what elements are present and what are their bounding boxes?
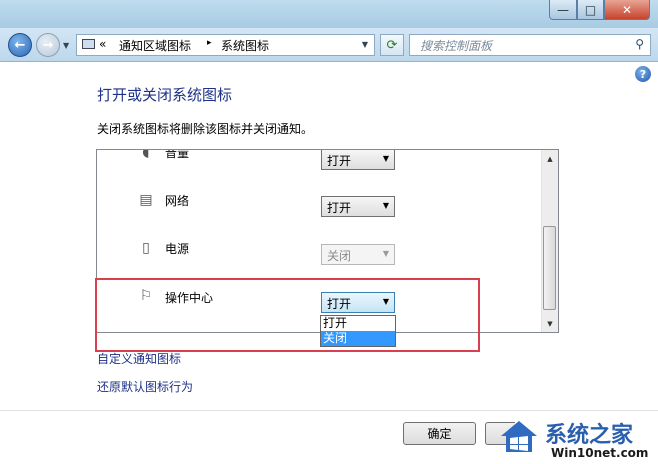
recent-pages-dropdown-icon[interactable]: ▼: [63, 41, 69, 50]
chevron-up-icon: ▲: [547, 154, 553, 163]
row-label-action-center: 操作中心: [165, 291, 214, 305]
close-icon: ✕: [621, 2, 633, 17]
breadcrumb-item-notification-area[interactable]: 通知区域图标: [119, 37, 191, 54]
minimize-icon: —: [557, 2, 569, 17]
page-description: 关闭系统图标将删除该图标并关闭通知。: [97, 122, 314, 136]
list-scrollbar[interactable]: ▲ ▼: [541, 150, 558, 332]
house-logo-icon: [501, 421, 537, 452]
chevron-down-icon: ▼: [382, 297, 389, 306]
combo-value: 关闭: [327, 249, 352, 263]
address-dropdown-icon[interactable]: ▼: [362, 40, 368, 49]
footer-divider: [0, 410, 658, 411]
back-button[interactable]: ←: [8, 33, 32, 57]
refresh-icon: ⟳: [386, 37, 398, 53]
watermark: 系统之家 Win10net.com: [493, 414, 658, 464]
forward-arrow-icon: →: [42, 37, 54, 53]
flag-icon: ⚐: [139, 288, 153, 304]
row-label-network: 网络: [165, 194, 190, 208]
combo-power: 关闭 ▼: [321, 244, 395, 265]
chevron-down-icon: ▼: [547, 319, 553, 328]
combo-action-center[interactable]: 打开 ▼: [321, 292, 395, 313]
customize-notification-icons-link[interactable]: 自定义通知图标: [97, 350, 181, 367]
ok-button[interactable]: 确定: [403, 422, 476, 445]
scroll-up-button[interactable]: ▲: [542, 150, 558, 167]
speaker-icon: ◖: [142, 149, 150, 160]
combo-volume[interactable]: 打开 ▼: [321, 150, 395, 170]
power-icon: ▯: [142, 240, 150, 256]
search-input[interactable]: [418, 36, 632, 56]
chevron-down-icon: ▼: [382, 201, 389, 210]
dropdown-option-off[interactable]: 关闭: [321, 331, 395, 346]
combo-value: 打开: [327, 297, 352, 311]
chevron-down-icon: ▼: [382, 249, 389, 258]
maximize-icon: □: [584, 2, 597, 17]
ok-button-label: 确定: [427, 427, 452, 441]
scroll-thumb[interactable]: [543, 226, 556, 310]
address-bar[interactable]: « 通知区域图标 ▸ 系统图标 ▼: [76, 34, 375, 56]
system-icons-list[interactable]: ◖ 音量 打开 ▼ ▤ 网络 打开 ▼ ▯ 电源 关闭 ▼ ⚐ 操作中心 打开 …: [96, 149, 559, 333]
control-panel-icon: [82, 39, 95, 49]
navigation-bar: ← → ▼ « 通知区域图标 ▸ 系统图标 ▼ ⟳ ⚲: [0, 28, 658, 62]
row-label-power: 电源: [165, 242, 190, 256]
combo-value: 打开: [327, 201, 352, 215]
search-icon[interactable]: ⚲: [635, 37, 644, 51]
network-icon: ▤: [139, 192, 153, 208]
combo-value: 打开: [327, 154, 352, 168]
watermark-brand-text: 系统之家: [545, 423, 634, 448]
help-icon: ?: [639, 67, 647, 81]
combo-network[interactable]: 打开 ▼: [321, 196, 395, 217]
forward-button[interactable]: →: [36, 33, 60, 57]
maximize-button[interactable]: □: [577, 0, 604, 20]
breadcrumb-overflow-icon[interactable]: «: [99, 37, 106, 51]
breadcrumb-separator-icon[interactable]: ▸: [207, 38, 212, 48]
close-button[interactable]: ✕: [604, 0, 650, 20]
chevron-down-icon: ▼: [382, 154, 389, 163]
row-label-volume: 音量: [165, 149, 190, 160]
refresh-button[interactable]: ⟳: [380, 34, 404, 56]
dropdown-option-on[interactable]: 打开: [321, 316, 395, 331]
page-title: 打开或关闭系统图标: [97, 86, 233, 104]
minimize-button[interactable]: —: [549, 0, 577, 20]
scroll-down-button[interactable]: ▼: [542, 315, 558, 332]
breadcrumb-item-system-icons[interactable]: 系统图标: [221, 37, 269, 54]
search-box[interactable]: ⚲: [409, 34, 651, 56]
help-button[interactable]: ?: [635, 66, 651, 82]
back-arrow-icon: ←: [14, 37, 26, 53]
watermark-url-text: Win10net.com: [551, 446, 649, 460]
action-center-dropdown[interactable]: 打开 关闭: [320, 315, 396, 347]
restore-default-behaviors-link[interactable]: 还原默认图标行为: [97, 378, 193, 395]
